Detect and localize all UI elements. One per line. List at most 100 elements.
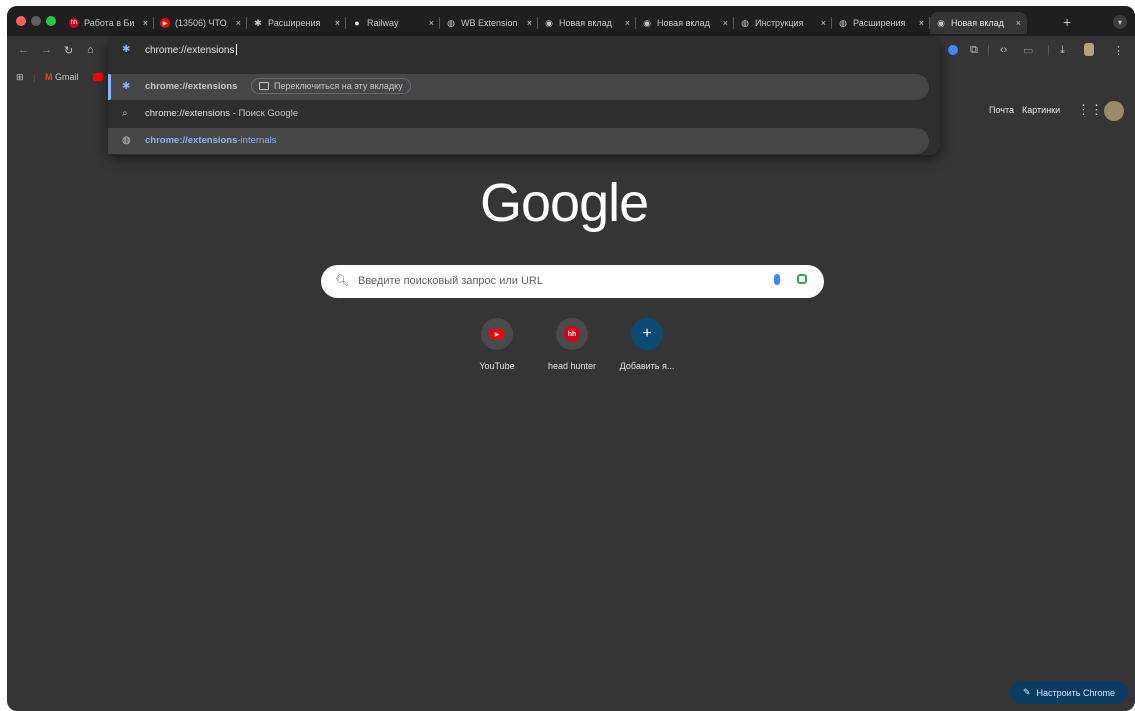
youtube-icon: ▶ (160, 18, 170, 28)
tab-title: Инструкция (755, 18, 804, 28)
apps-icon[interactable]: ⊞ (16, 72, 24, 83)
new-tab-button[interactable]: + (1063, 14, 1071, 30)
browser-window: hh Работа в Би × ▶ (13506) ЧТО × ✱ Расширения × ●… (7, 6, 1135, 711)
tab-title: Расширения (268, 18, 321, 28)
tab-search-button[interactable]: ▾ (1113, 15, 1127, 29)
google-lens-icon[interactable] (797, 274, 807, 284)
globe-icon: ◍ (447, 17, 455, 28)
reader-mode-icon[interactable]: ▭ (1023, 44, 1033, 57)
switch-to-tab-button[interactable]: Переключиться на эту вкладку (251, 78, 411, 94)
images-link[interactable]: Картинки (1022, 105, 1060, 115)
tab-active[interactable]: ◉ Новая вклад × (930, 12, 1027, 34)
customize-label: Настроить Chrome (1036, 687, 1116, 698)
tab-close-button[interactable]: × (723, 18, 728, 28)
tab-close-button[interactable]: × (919, 18, 924, 28)
shortcut-label: head hunter (547, 361, 597, 371)
tab-list: hh Работа в Би × ▶ (13506) ЧТО × ✱ Расширения × ●… (63, 10, 1027, 36)
download-icon[interactable]: ⤓ (1060, 44, 1065, 57)
home-button[interactable]: ⌂ (87, 44, 94, 56)
pencil-icon: ✎ (1022, 687, 1031, 697)
bookmark-divider: | (33, 72, 36, 82)
shortcut-label: Добавить я... (619, 361, 675, 371)
tab-title: WB Extension (461, 18, 518, 28)
puzzle-icon: ✱ (254, 17, 262, 28)
shortcut-head-hunter[interactable]: hh head hunter (532, 318, 612, 371)
plus-icon: + (642, 325, 652, 342)
tab-close-button[interactable]: × (821, 18, 826, 28)
tab[interactable]: ✱ Расширения × (247, 12, 346, 34)
profile-avatar[interactable] (1084, 43, 1094, 56)
tab-title: Новая вклад (951, 18, 1004, 28)
youtube-icon[interactable] (93, 73, 103, 81)
shortcut-youtube[interactable]: ▶ YouTube (457, 318, 537, 371)
omnibox-input-row[interactable]: ✱ chrome://extensions (108, 36, 940, 66)
puzzle-icon: ✱ (122, 44, 131, 55)
tab-close-button[interactable]: × (527, 18, 532, 28)
forward-button[interactable]: → (41, 44, 52, 56)
puzzle-icon: ✱ (122, 81, 131, 92)
search-icon: ⌕ (122, 108, 128, 119)
puzzle-icon[interactable]: ⧉ (970, 44, 978, 57)
reload-button[interactable]: ↻ (64, 44, 73, 57)
tab[interactable]: ◉ Новая вклад × (538, 12, 636, 34)
menu-icon[interactable]: ⋮ (1113, 44, 1124, 57)
tab-close-button[interactable]: × (236, 18, 241, 28)
extension-icon[interactable] (948, 45, 958, 55)
back-button[interactable]: ← (18, 44, 29, 56)
shortcut-add[interactable]: + Добавить я... (607, 318, 687, 371)
search-input[interactable]: Введите поисковый запрос или URL (358, 275, 543, 287)
hh-icon: hh (564, 326, 580, 342)
tab-close-button[interactable]: × (335, 18, 340, 28)
suggestion-extensions-tab[interactable]: ✱ chrome://extensions Переключиться на э… (108, 74, 929, 100)
minimize-window-button[interactable] (31, 16, 41, 26)
suggestion-extensions-internals[interactable]: ◍ chrome://extensions-internals (108, 128, 929, 154)
switch-to-tab-label: Переключиться на эту вкладку (274, 81, 403, 91)
suggestion-google-search[interactable]: ⌕ chrome://extensions - Поиск Google (108, 101, 929, 127)
tab-close-button[interactable]: × (1016, 18, 1021, 28)
chrome-icon: ◉ (643, 17, 651, 28)
shortcut-icon-circle: + (631, 318, 663, 350)
globe-icon: ◍ (122, 135, 131, 146)
chrome-icon: ◉ (545, 17, 553, 28)
tab-icon (259, 82, 269, 90)
maximize-window-button[interactable] (46, 16, 56, 26)
suggestion-text: chrome://extensions (145, 81, 238, 92)
chrome-icon: ◉ (937, 17, 945, 28)
shortcut-icon-circle: ▶ (481, 318, 513, 350)
suggestion-text: chrome://extensions - Поиск Google (145, 108, 299, 119)
tab[interactable]: ◉ Новая вклад × (636, 12, 734, 34)
selection-indicator (108, 74, 111, 100)
tab-title: Новая вклад (559, 18, 612, 28)
omnibox-dropdown: ✱ chrome://extensions ✱ chrome://extensi… (108, 36, 940, 155)
shortcut-icon-circle: hh (556, 318, 588, 350)
customize-chrome-button[interactable]: ✎ Настроить Chrome (1010, 681, 1128, 704)
tab-title: Расширения (853, 18, 906, 28)
tab-close-button[interactable]: × (429, 18, 434, 28)
bookmark-gmail[interactable]: M Gmail (45, 72, 79, 82)
mail-link[interactable]: Почта (989, 105, 1014, 115)
account-avatar[interactable] (1104, 101, 1124, 121)
tab[interactable]: ◍ Расширения × (832, 12, 930, 34)
tab-title: Railway (367, 18, 399, 28)
microphone-icon[interactable] (774, 274, 780, 285)
ntp-search-box[interactable]: 🔍︎ Введите поисковый запрос или URL (321, 265, 824, 298)
toolbar-divider: | (1047, 44, 1050, 56)
tab[interactable]: ▶ (13506) ЧТО × (154, 12, 247, 34)
shortcut-label: YouTube (479, 361, 515, 371)
tab[interactable]: ◍ Инструкция × (734, 12, 832, 34)
tab-strip: hh Работа в Би × ▶ (13506) ЧТО × ✱ Расширения × ●… (7, 6, 1135, 36)
gmail-icon: M (45, 72, 53, 82)
code-icon[interactable]: ‹› (1000, 44, 1007, 56)
tab[interactable]: hh Работа в Би × (63, 12, 154, 34)
omnibox-input[interactable]: chrome://extensions (145, 44, 237, 56)
suggestion-text: chrome://extensions-internals (145, 135, 277, 146)
close-window-button[interactable] (16, 16, 26, 26)
bookmark-label: Gmail (55, 72, 79, 82)
tab-close-button[interactable]: × (143, 18, 148, 28)
tab[interactable]: ● Railway × (346, 12, 440, 34)
hh-icon: hh (69, 18, 79, 28)
tab[interactable]: ◍ WB Extension × (440, 12, 538, 34)
tab-close-button[interactable]: × (625, 18, 630, 28)
tab-title: Новая вклад (657, 18, 710, 28)
tab-title: (13506) ЧТО (175, 18, 227, 28)
